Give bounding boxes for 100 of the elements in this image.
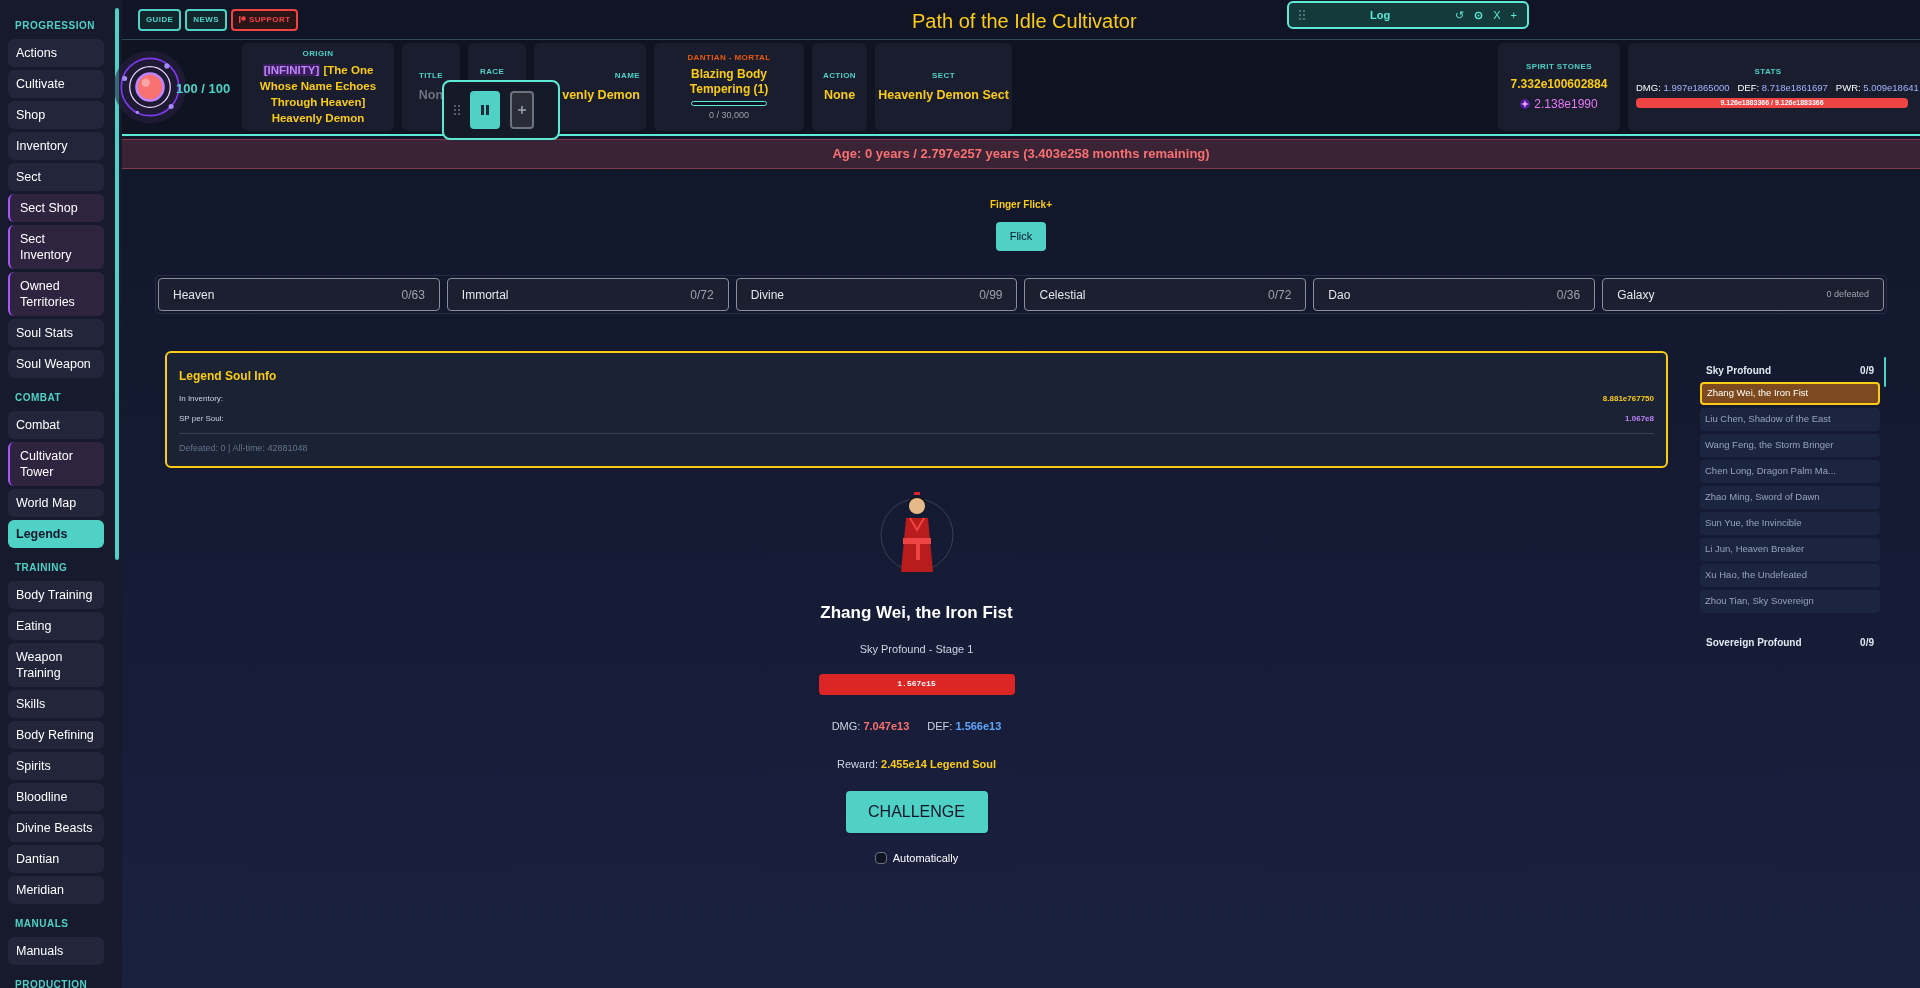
sidebar-item[interactable]: Legends: [8, 520, 104, 548]
log-control[interactable]: ↺: [1455, 6, 1465, 24]
sidebar-item[interactable]: Body Training: [8, 581, 104, 609]
tab-count: 0/72: [1267, 286, 1292, 304]
sidebar-item[interactable]: Cultivate: [8, 70, 104, 98]
legend-list-item[interactable]: Chen Long, Dragon Palm Ma...: [1700, 460, 1880, 483]
sidebar-item[interactable]: Divine Beasts: [8, 814, 104, 842]
sidebar-item[interactable]: Soul Stats: [8, 319, 104, 347]
reward-text: Reward: 2.455e14 Legend Soul: [837, 757, 996, 772]
challenge-button[interactable]: CHALLENGE: [845, 790, 988, 833]
plus-icon: [518, 106, 526, 114]
settings-icon[interactable]: [1474, 10, 1484, 20]
support-button[interactable]: SUPPORT: [230, 8, 299, 31]
nav-button[interactable]: GUIDE: [138, 8, 182, 31]
damage-stat: DMG: 7.047e13: [831, 718, 910, 734]
realm-tab[interactable]: Dao 0/36: [1313, 278, 1596, 311]
tab-label: Celestial: [1039, 286, 1086, 304]
section-heading: TRAINING: [14, 561, 69, 575]
legend-list-item[interactable]: Wang Feng, the Storm Bringer: [1700, 434, 1880, 457]
legend-list-item[interactable]: Sun Yue, the Invincible: [1700, 512, 1880, 535]
card-label: NAME: [614, 69, 640, 82]
info-title: Legend Soul Info: [179, 368, 278, 385]
sidebar-item[interactable]: Body Refining: [8, 721, 104, 749]
auto-checkbox[interactable]: [874, 851, 887, 864]
card-value: 7.332e100602884: [1510, 76, 1608, 93]
info-label: SP per Soul:: [179, 413, 224, 425]
card-label: RACE: [480, 66, 505, 78]
sidebar-item[interactable]: Actions: [8, 39, 104, 67]
secondary-currency: 2.138e1990: [1534, 96, 1598, 113]
sidebar-item[interactable]: Meridian: [8, 876, 104, 904]
pause-button[interactable]: [470, 91, 500, 129]
sidebar-item[interactable]: Skills: [8, 690, 104, 718]
group-count: 0/9: [1860, 364, 1874, 378]
card-label: SPIRIT STONES: [1526, 61, 1592, 73]
nav-button[interactable]: NEWS: [185, 8, 227, 31]
card-value: Heavenly Demon Sect: [878, 86, 1009, 104]
legend-list-item[interactable]: Zhang Wei, the Iron Fist: [1700, 382, 1880, 405]
section-heading: MANUALS: [14, 917, 70, 931]
sidebar-item[interactable]: Sect Inventory: [8, 225, 104, 269]
card-value: Non: [418, 86, 444, 104]
info-label: In Inventory:: [179, 393, 224, 405]
progress-reading: 0 / 30,000: [708, 108, 749, 122]
legend-list-item[interactable]: Li Jun, Heaven Breaker: [1700, 538, 1880, 561]
opponent-stage: Sky Profound - Stage 1: [859, 642, 974, 657]
realm-tab[interactable]: Celestial 0/72: [1024, 278, 1307, 311]
tab-label: Galaxy: [1617, 286, 1655, 304]
sidebar-item[interactable]: Cultivator Tower: [8, 442, 104, 486]
add-button[interactable]: [510, 91, 534, 129]
sidebar-item[interactable]: Inventory: [8, 132, 104, 160]
sidebar-item[interactable]: Weapon Training: [8, 643, 104, 687]
sidebar-item[interactable]: Spirits: [8, 752, 104, 780]
card-label: SECT: [932, 69, 955, 82]
sparkle-icon: [1520, 99, 1531, 109]
log-control[interactable]: X: [1493, 6, 1501, 24]
stat-text: DMG: 1.997e1865000: [1636, 80, 1730, 95]
legend-list-item[interactable]: Liu Chen, Shadow of the East: [1700, 408, 1880, 431]
opponent-name: Zhang Wei, the Iron Fist: [820, 601, 1013, 624]
card-value: venly Demon: [562, 86, 640, 104]
scrollbar[interactable]: [115, 8, 119, 560]
tab-label: Immortal: [461, 286, 509, 304]
realm-tab[interactable]: Divine 0/99: [735, 278, 1018, 311]
sidebar-item[interactable]: Shop: [8, 101, 104, 129]
realm-tab[interactable]: Galaxy 0 defeated: [1602, 278, 1884, 311]
group-heading: Sky Profound: [1706, 364, 1771, 378]
stat-text: DEF: 8.718e1861697: [1737, 80, 1828, 95]
realm-tab[interactable]: Heaven 0/63: [158, 278, 440, 311]
legend-list-item[interactable]: Xu Hao, the Undefeated: [1700, 564, 1880, 587]
checkbox-label: Automatically: [892, 850, 959, 866]
sidebar-item[interactable]: Soul Weapon: [8, 350, 104, 378]
sidebar-item[interactable]: Dantian: [8, 845, 104, 873]
card-value: Blazing Body Tempering (1): [688, 66, 770, 97]
sidebar-item[interactable]: Eating: [8, 612, 104, 640]
drag-handle-icon[interactable]: [454, 105, 460, 115]
legend-list-item[interactable]: Zhao Ming, Sword of Dawn: [1700, 486, 1880, 509]
sidebar-item[interactable]: Combat: [8, 411, 104, 439]
tab-count: 0/99: [979, 286, 1003, 304]
sidebar-item[interactable]: Manuals: [8, 937, 104, 965]
sidebar-item[interactable]: Owned Territories: [8, 272, 104, 316]
sidebar-item[interactable]: Sect Shop: [8, 194, 104, 222]
app-title: Path of the Idle Cultivator: [912, 9, 1137, 34]
log-control[interactable]: +: [1510, 6, 1517, 24]
tab-count: 0/36: [1556, 286, 1581, 304]
card-label: STATS: [1754, 65, 1782, 78]
tab-label: Dao: [1328, 286, 1351, 304]
tab-label: Divine: [750, 286, 784, 304]
section-heading: COMBAT: [14, 391, 63, 405]
sidebar-item[interactable]: World Map: [8, 489, 104, 517]
sidebar-item[interactable]: Bloodline: [8, 783, 104, 811]
scrollbar[interactable]: [1884, 357, 1886, 387]
drag-handle-icon[interactable]: [1299, 10, 1305, 20]
tab-count: 0 defeated: [1826, 287, 1869, 301]
card-label: ACTION: [822, 69, 857, 82]
legend-list-item[interactable]: Zhou Tian, Sky Sovereign: [1700, 590, 1880, 613]
realm-tab[interactable]: Immortal 0/72: [446, 278, 729, 311]
sidebar-item[interactable]: Sect: [8, 163, 104, 191]
defense-stat: DEF: 1.566e13: [927, 718, 1002, 734]
group-heading: Sovereign Profound: [1706, 636, 1802, 650]
health-reading: 1.567e15: [896, 678, 937, 690]
flick-button[interactable]: Flick: [995, 222, 1047, 251]
tab-count: 0/63: [401, 286, 425, 304]
